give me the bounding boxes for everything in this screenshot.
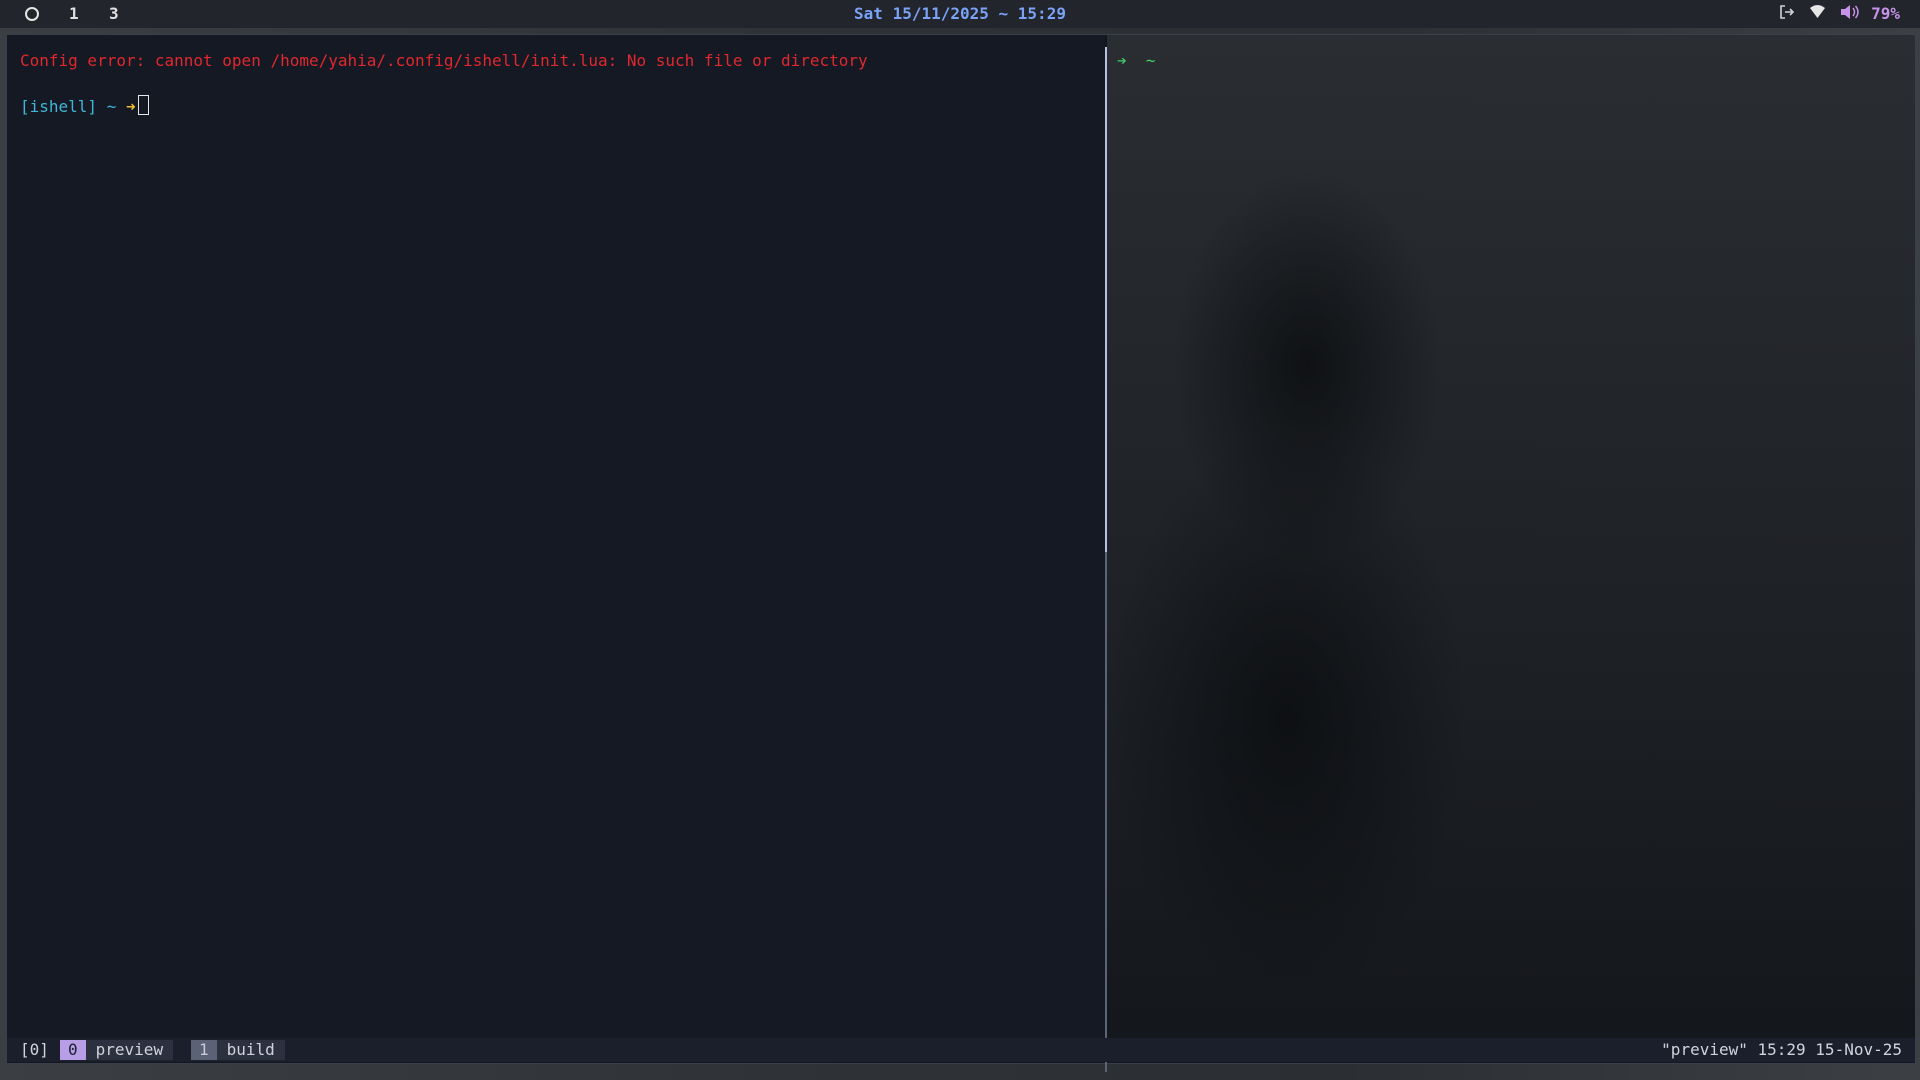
prompt-arrow-icon: ➜ [125,97,136,116]
text-cursor [137,95,149,115]
tmux-window-name: preview [85,1040,174,1060]
clock: Sat 15/11/2025 ~ 15:29 [854,4,1066,23]
tmux-window-index: 0 [60,1040,86,1060]
pane-divider-active [1105,47,1107,552]
prompt-tag: [ishell] [20,97,98,116]
tmux-right-status: "preview" 15:29 15-Nov-25 [1661,1040,1902,1059]
terminal-pane-left[interactable]: Config error: cannot open /home/yahia/.c… [7,35,1105,1038]
config-error-message: Config error: cannot open /home/yahia/.c… [20,51,868,70]
prompt-directory: ~ [106,97,117,116]
volume-icon[interactable] [1839,4,1859,24]
right-pane-prompt[interactable]: ➔ ~ [1117,51,1156,71]
tmux-session: [0] [20,1040,49,1059]
battery-level: 79% [1871,4,1900,23]
top-bar: 1 3 Sat 15/11/2025 ~ 15:29 79% [0,0,1920,28]
tmux-window-name: build [216,1040,285,1060]
right-prompt-arrow-icon: ➔ [1117,51,1127,70]
tmux-status-bar: [0] 0 preview 1 build "preview" 15:29 15-N… [7,1038,1915,1062]
tmux-window-index: 1 [191,1040,217,1060]
tmux-window-preview[interactable]: 0 preview [60,1040,174,1060]
wifi-icon[interactable] [1809,4,1826,24]
shell-prompt[interactable]: [ishell] ~ ➜ [20,95,149,117]
tmux-window-build[interactable]: 1 build [191,1040,285,1060]
terminal-window[interactable]: Config error: cannot open /home/yahia/.c… [6,34,1916,1072]
right-prompt-directory: ~ [1145,51,1156,70]
terminal-pane-right[interactable] [1107,35,1915,1038]
logout-icon[interactable] [1779,4,1795,24]
